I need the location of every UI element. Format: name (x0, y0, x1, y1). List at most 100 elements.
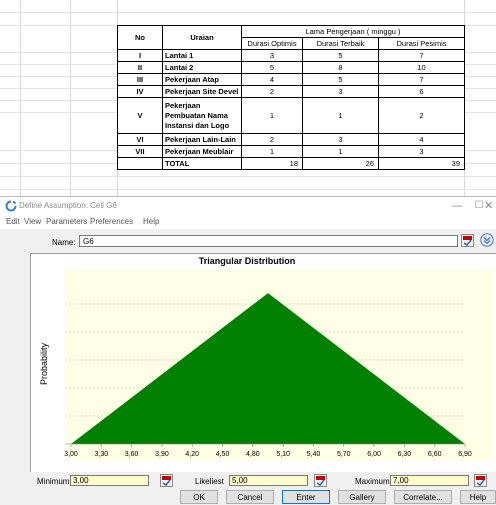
cell-terbaik[interactable]: 3 (302, 133, 379, 146)
enter-button[interactable]: Enter (282, 490, 330, 504)
cell-no[interactable]: V (117, 97, 163, 134)
cell-optimis[interactable]: 4 (241, 73, 303, 86)
cell-total-terbaik[interactable]: 26 (302, 157, 379, 170)
header-lama-pengerjaan[interactable]: Lama Pengerjaan ( minggu ) (241, 25, 465, 38)
dialog-title: Define Assumption: Cell G6 (19, 201, 117, 210)
cancel-button[interactable]: Cancel (226, 490, 274, 504)
cell-uraian[interactable]: Lantai 2 (162, 61, 242, 74)
menu-parameters[interactable]: Parameters (46, 217, 87, 226)
grid-row-line (0, 12, 496, 13)
cell-pesimis[interactable]: 7 (378, 49, 465, 62)
cell-pesimis[interactable]: 3 (378, 145, 465, 158)
table-row: V Pekerjaan Pembuatan Nama Instansi dan … (117, 97, 465, 134)
cell-reference-button[interactable] (461, 234, 474, 247)
cell-uraian[interactable]: Pekerjaan Site Devel (162, 85, 242, 98)
ok-button[interactable]: OK (180, 490, 218, 504)
cell-no[interactable]: II (117, 61, 163, 74)
x-tick-label: 4,50 (216, 451, 230, 458)
grid-column-line (70, 0, 71, 196)
header-no[interactable]: No (117, 25, 163, 50)
spreadsheet-area: No Uraian Lama Pengerjaan ( minggu ) Dur… (0, 0, 496, 196)
cell-uraian[interactable]: Pekerjaan Pembuatan Nama Instansi dan Lo… (162, 97, 242, 134)
correlate-button[interactable]: Correlate... (394, 490, 452, 504)
x-tick-label: 4,20 (185, 451, 199, 458)
menu-bar: Edit View Parameters Preferences Help (0, 215, 496, 229)
title-bar[interactable]: Define Assumption: Cell G6 — ☐ ✕ (0, 197, 496, 215)
y-axis-label: Probability (39, 342, 49, 385)
cell-uraian[interactable]: Pekerjaan Lain-Lain (162, 133, 242, 146)
menu-edit[interactable]: Edit (6, 217, 20, 226)
cell-pesimis[interactable]: 10 (378, 61, 465, 74)
table-row: I Lantai 1 3 5 7 (117, 49, 465, 62)
expand-panel-icon[interactable] (480, 233, 494, 247)
header-durasi-optimis[interactable]: Durasi Optimis (241, 37, 303, 50)
cell-no[interactable]: I (117, 49, 163, 62)
x-tick-label: 3,60 (125, 451, 139, 458)
x-tick-label: 3,00 (64, 451, 78, 458)
x-tick-label: 5,10 (276, 451, 290, 458)
total-row: TOTAL 18 26 39 (117, 157, 465, 170)
cell-empty[interactable] (117, 157, 163, 170)
minimum-input[interactable]: 3,00 (70, 475, 149, 486)
cell-terbaik[interactable]: 1 (302, 145, 379, 158)
menu-help[interactable]: Help (143, 217, 159, 226)
cell-pesimis[interactable]: 6 (378, 85, 465, 98)
cell-terbaik[interactable]: 5 (302, 73, 379, 86)
cell-uraian[interactable]: Pekerjaan Atap (162, 73, 242, 86)
cell-pesimis[interactable]: 2 (378, 97, 465, 134)
help-button[interactable]: Help (460, 490, 496, 504)
header-durasi-terbaik[interactable]: Durasi Terbaik (302, 37, 379, 50)
header-durasi-pesimis[interactable]: Durasi Pesimis (378, 37, 465, 50)
table-row: IV Pekerjaan Site Devel 2 3 6 (117, 85, 465, 98)
menu-view[interactable]: View (24, 217, 41, 226)
x-tick-label: 3,90 (155, 451, 169, 458)
minimum-cell-ref-button[interactable] (160, 474, 173, 487)
cell-uraian[interactable]: Lantai 1 (162, 49, 242, 62)
crystal-ball-app-icon (5, 200, 17, 212)
maximum-label: Maximum (355, 477, 390, 486)
cell-optimis[interactable]: 1 (241, 145, 303, 158)
triangular-distribution-chart: Triangular Distribution Probability 3,00… (39, 256, 494, 460)
parameter-row: Minimum 3,00 Likeliest 5,00 Maximum 7,00 (0, 473, 496, 489)
cell-terbaik[interactable]: 3 (302, 85, 379, 98)
menu-preferences[interactable]: Preferences (90, 217, 133, 226)
minimize-icon[interactable]: — (446, 197, 468, 215)
cell-optimis[interactable]: 2 (241, 133, 303, 146)
minimum-label: Minimum (37, 477, 70, 486)
maximum-input[interactable]: 7,00 (390, 475, 469, 486)
x-tick-label: 4,80 (246, 451, 260, 458)
close-icon[interactable]: ✕ (484, 197, 496, 215)
gallery-button[interactable]: Gallery (338, 490, 386, 504)
likeliest-cell-ref-button[interactable] (314, 474, 327, 487)
cell-pesimis[interactable]: 4 (378, 133, 465, 146)
cell-no[interactable]: VII (117, 145, 163, 158)
name-input[interactable]: G6 (79, 235, 458, 247)
likeliest-input[interactable]: 5,00 (229, 475, 308, 486)
cell-total-label[interactable]: TOTAL (162, 157, 242, 170)
project-duration-table: No Uraian Lama Pengerjaan ( minggu ) Dur… (117, 25, 465, 170)
likeliest-label: Likeliest (195, 477, 224, 486)
cell-optimis[interactable]: 3 (241, 49, 303, 62)
x-tick-label: 5,40 (307, 451, 321, 458)
cell-no[interactable]: III (117, 73, 163, 86)
grid-column-line (20, 0, 21, 196)
chart-title: Triangular Distribution (199, 256, 296, 266)
cell-no[interactable]: VI (117, 133, 163, 146)
cell-optimis[interactable]: 1 (241, 97, 303, 134)
maximum-cell-ref-button[interactable] (474, 474, 487, 487)
cell-optimis[interactable]: 5 (241, 61, 303, 74)
cell-pesimis[interactable]: 7 (378, 73, 465, 86)
cell-terbaik[interactable]: 1 (302, 97, 379, 134)
cell-no[interactable]: IV (117, 85, 163, 98)
table-row: VI Pekerjaan Lain-Lain 2 3 4 (117, 133, 465, 146)
x-tick-label: 6,00 (367, 451, 381, 458)
header-uraian[interactable]: Uraian (162, 25, 242, 50)
cell-uraian[interactable]: Pekerjaan Meublair (162, 145, 242, 158)
cell-optimis[interactable]: 2 (241, 85, 303, 98)
cell-total-optimis[interactable]: 18 (241, 157, 303, 170)
cell-terbaik[interactable]: 5 (302, 49, 379, 62)
cell-terbaik[interactable]: 8 (302, 61, 379, 74)
x-tick-label: 6,60 (428, 451, 442, 458)
cell-total-pesimis[interactable]: 39 (378, 157, 465, 170)
x-tick-label: 6,30 (398, 451, 412, 458)
